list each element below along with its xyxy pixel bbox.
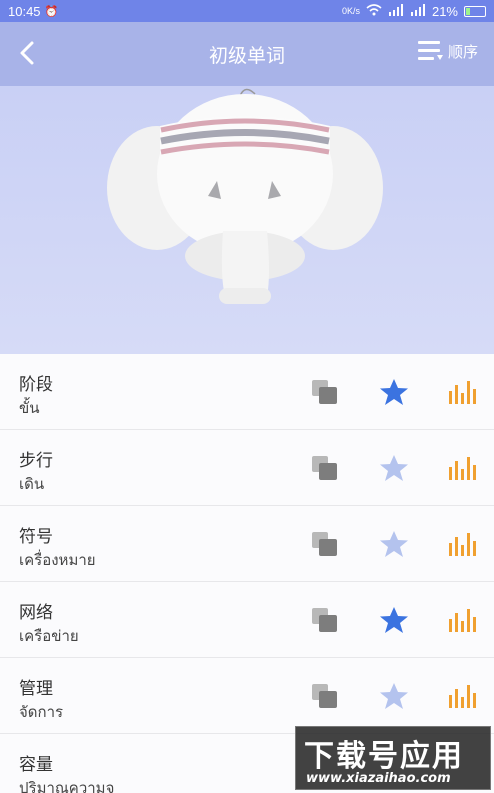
watermark-title: 下载号应用 — [304, 739, 464, 774]
copy-icon — [312, 684, 337, 708]
level-button[interactable] — [446, 528, 478, 560]
chevron-left-icon — [20, 41, 34, 65]
elephant-illustration — [107, 88, 383, 304]
word-chinese: 网络 — [19, 603, 53, 623]
favorite-button[interactable] — [378, 604, 410, 636]
wifi-icon — [366, 3, 382, 19]
clock: 10:45 — [8, 3, 41, 19]
word-row[interactable]: 阶段 ขั้น — [0, 354, 494, 430]
copy-button[interactable] — [309, 604, 341, 636]
copy-icon — [312, 456, 337, 480]
battery-icon — [464, 5, 486, 17]
word-chinese: 步行 — [19, 451, 53, 471]
favorite-button[interactable] — [378, 680, 410, 712]
sort-order-button[interactable]: 顺序 — [417, 40, 478, 62]
battery-percent: 21% — [431, 3, 458, 19]
bar-chart-icon — [449, 533, 476, 556]
word-thai: ปริมาณความจุ — [19, 779, 115, 793]
word-thai: ขั้น — [19, 399, 40, 417]
word-row[interactable]: 管理 จัดการ — [0, 658, 494, 734]
word-chinese: 容量 — [19, 755, 53, 775]
star-icon — [380, 683, 408, 709]
bar-chart-icon — [449, 609, 476, 632]
word-chinese: 管理 — [19, 679, 53, 699]
word-chinese: 阶段 — [19, 375, 53, 395]
watermark-url: www.xiazaihao.com — [306, 771, 451, 786]
bar-chart-icon — [449, 685, 476, 708]
level-button[interactable] — [446, 604, 478, 636]
star-icon — [380, 379, 408, 405]
level-button[interactable] — [446, 452, 478, 484]
star-icon — [380, 531, 408, 557]
alarm-icon: ⏰ — [44, 4, 59, 18]
page-title: 初级单词 — [208, 44, 285, 67]
level-button[interactable] — [446, 376, 478, 408]
word-chinese: 符号 — [19, 527, 53, 547]
star-icon — [380, 455, 408, 481]
word-thai: เครื่องหมาย — [19, 551, 96, 569]
star-icon — [380, 607, 408, 633]
favorite-button[interactable] — [378, 528, 410, 560]
app-header: 初级单词 顺序 — [0, 22, 494, 86]
back-button[interactable] — [14, 38, 44, 68]
word-row[interactable]: 步行 เดิน — [0, 430, 494, 506]
copy-button[interactable] — [309, 680, 341, 712]
copy-icon — [312, 532, 337, 556]
status-bar: 10:45 ⏰ 0K/s 21% — [0, 0, 494, 22]
word-thai: เครือข่าย — [19, 627, 79, 645]
copy-button[interactable] — [309, 376, 341, 408]
status-icons: 0K/s 21% — [341, 3, 486, 19]
word-row[interactable]: 网络 เครือข่าย — [0, 582, 494, 658]
copy-icon — [312, 608, 337, 632]
level-button[interactable] — [446, 680, 478, 712]
bar-chart-icon — [449, 457, 476, 480]
signal-icon-2 — [410, 3, 426, 19]
word-row[interactable]: 符号 เครื่องหมาย — [0, 506, 494, 582]
network-speed: 0K/s — [341, 6, 360, 16]
hero-banner — [0, 86, 494, 354]
word-thai: เดิน — [19, 475, 45, 493]
favorite-button[interactable] — [378, 452, 410, 484]
word-thai: จัดการ — [19, 703, 64, 721]
copy-icon — [312, 380, 337, 404]
watermark-logo: 下载号应用 www.xiazaihao.com — [295, 726, 491, 790]
sort-menu-icon — [417, 41, 443, 60]
bar-chart-icon — [449, 381, 476, 404]
signal-icon — [388, 3, 404, 19]
favorite-button[interactable] — [378, 376, 410, 408]
copy-button[interactable] — [309, 452, 341, 484]
copy-button[interactable] — [309, 528, 341, 560]
sort-order-label: 顺序 — [447, 42, 478, 61]
